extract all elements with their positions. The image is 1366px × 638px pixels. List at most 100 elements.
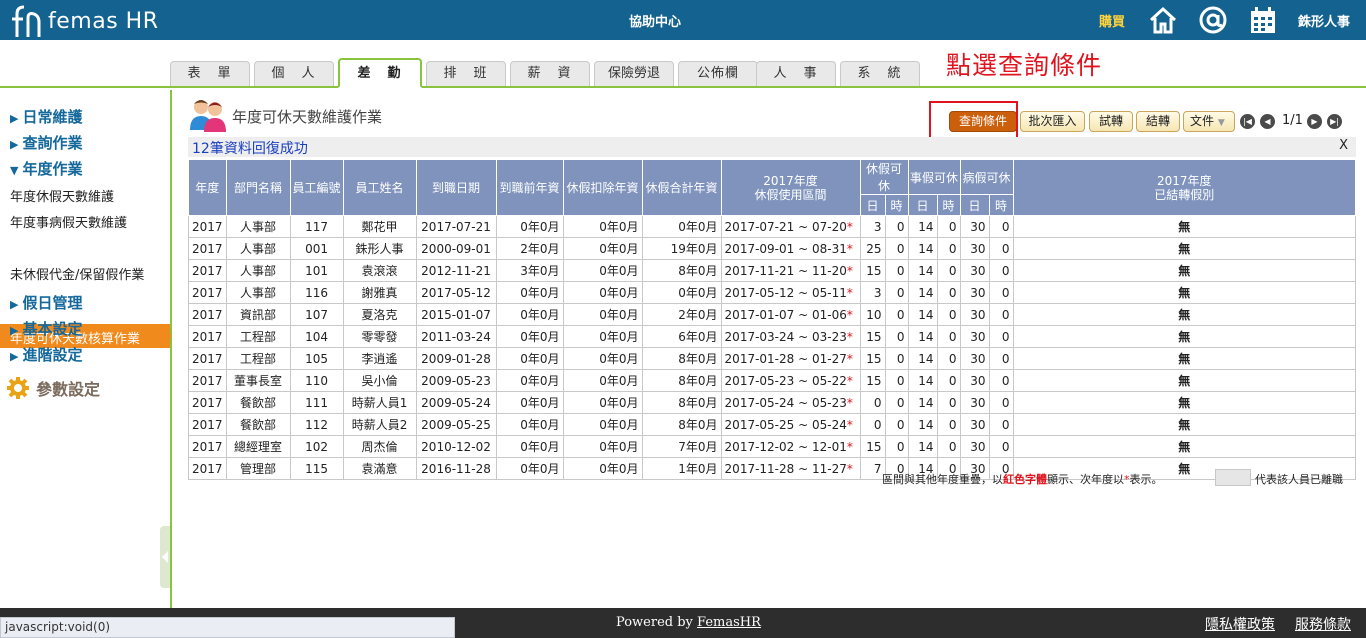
cell-hire: 2017-05-12 — [415, 281, 497, 304]
period-text: 2017-12-02 ~ 12-01 — [724, 439, 847, 454]
sidebar-param-settings[interactable]: 參數設定 — [6, 376, 100, 400]
tab-bulletin[interactable]: 公佈欄 — [678, 61, 758, 86]
tab-forms[interactable]: 表 單 — [170, 61, 250, 86]
cell-prior: 0年0月 — [495, 347, 564, 370]
table-row[interactable]: 2017 人事部 116 謝雅真 2017-05-12 0年0月 0年0月 0年0月 2017-… — [188, 281, 1357, 304]
cell-sd: 30 — [959, 281, 990, 304]
sidebar-item-personal-sick-leave[interactable]: 年度事病假天數維護 — [10, 212, 127, 231]
sidebar-section-advanced[interactable]: ▶ 進階設定 — [10, 344, 82, 365]
cell-ah: 0 — [884, 435, 909, 458]
cell-name: 鄭花甲 — [342, 215, 417, 238]
param-settings-label: 參數設定 — [36, 380, 101, 399]
cell-ad: 15 — [859, 347, 886, 370]
home-icon[interactable] — [1148, 5, 1178, 35]
cell-total: 0年0月 — [641, 281, 722, 304]
cell-ph: 0 — [936, 391, 961, 414]
next-page-icon[interactable]: ▶ — [1307, 114, 1322, 129]
sidebar-section-query[interactable]: ▶ 查詢作業 — [10, 132, 82, 153]
prev-page-icon[interactable]: ◀ — [1260, 114, 1275, 129]
cell-dept: 工程部 — [225, 325, 291, 348]
tab-salary[interactable]: 薪 資 — [510, 61, 590, 86]
col-emp-name: 員工姓名 — [342, 159, 417, 216]
table-row[interactable]: 2017 總經理室 102 周杰倫 2010-12-02 0年0月 0年0月 7年0月 2017… — [188, 435, 1357, 458]
col-annual-day: 日 — [859, 194, 886, 216]
cell-ph: 0 — [936, 369, 961, 392]
top-bar: femas HR 協助中心 購買 銖形人事 — [0, 0, 1366, 40]
table-row[interactable]: 2017 董事長室 110 吳小倫 2009-05-23 0年0月 0年0月 8年0月 2017… — [188, 369, 1357, 392]
cell-dept: 工程部 — [225, 347, 291, 370]
first-page-icon[interactable]: |◀ — [1240, 114, 1255, 129]
sidebar-section-holiday[interactable]: ▶ 假日管理 — [10, 292, 82, 313]
help-center-link[interactable]: 協助中心 — [610, 11, 700, 30]
cell-hire: 2000-09-01 — [415, 237, 497, 260]
table-row[interactable]: 2017 餐飲部 111 時薪人員1 2009-05-24 0年0月 0年0月 8年0月 201… — [188, 391, 1357, 414]
tab-attendance[interactable]: 差 勤 — [338, 58, 422, 88]
table-row[interactable]: 2017 人事部 101 袁滾滾 2012-11-21 3年0月 0年0月 8年0月 2017-… — [188, 259, 1357, 282]
trial-transfer-button[interactable]: 試轉 — [1089, 111, 1133, 132]
tab-personal[interactable]: 個 人 — [254, 61, 334, 86]
cell-period: 2017-01-07 ~ 01-06* — [720, 303, 861, 326]
sidebar-collapse-handle[interactable] — [160, 526, 170, 588]
table-row[interactable]: 2017 餐飲部 112 時薪人員2 2009-05-25 0年0月 0年0月 8年0月 201… — [188, 413, 1357, 436]
privacy-policy-link[interactable]: 隱私權政策 — [1205, 614, 1275, 634]
tab-system[interactable]: 系 統 — [840, 61, 920, 86]
sidebar-item-annual-leave[interactable]: 年度休假天數維護 — [10, 186, 114, 205]
table-row[interactable]: 2017 人事部 001 銖形人事 2000-09-01 2年0月 0年0月 19年0月 201… — [188, 237, 1357, 260]
last-page-icon[interactable]: ▶| — [1327, 114, 1342, 129]
cell-no: 112 — [289, 413, 344, 436]
period-text: 2017-11-21 ~ 11-20 — [724, 263, 847, 278]
table-row[interactable]: 2017 管理部 115 袁滿意 2016-11-28 0年0月 0年0月 1年0月 2017-… — [188, 457, 1357, 480]
femashr-link[interactable]: FemasHR — [697, 615, 761, 630]
batch-import-button[interactable]: 批次匯入 — [1020, 111, 1085, 132]
cell-sh: 0 — [988, 413, 1014, 436]
at-icon[interactable] — [1198, 5, 1228, 35]
table-row[interactable]: 2017 工程部 105 李逍遙 2009-01-28 0年0月 0年0月 8年0月 2017-… — [188, 347, 1357, 370]
table-row[interactable]: 2017 工程部 104 零零發 2011-03-24 0年0月 0年0月 6年0月 2017-… — [188, 325, 1357, 348]
resigned-color-swatch — [1215, 469, 1251, 486]
table-row[interactable]: 2017 人事部 117 鄭花甲 2017-07-21 0年0月 0年0月 0年0月 2017-… — [188, 215, 1357, 238]
sidebar-section-basic[interactable]: ▶ 基本設定 — [10, 318, 82, 339]
settle-transfer-button[interactable]: 結轉 — [1136, 111, 1180, 132]
sidebar-section-yearly[interactable]: ▼ 年度作業 — [10, 158, 82, 179]
cell-sh: 0 — [988, 347, 1014, 370]
col-period: 2017年度 休假使用區間 — [720, 159, 861, 216]
femas-logo-icon — [12, 5, 41, 37]
tab-hr[interactable]: 人 事 — [756, 61, 836, 86]
tab-insurance[interactable]: 保險勞退 — [594, 61, 674, 86]
calendar-icon[interactable] — [1248, 5, 1278, 35]
cell-hire: 2015-01-07 — [415, 303, 497, 326]
terms-of-service-link[interactable]: 服務條款 — [1295, 614, 1351, 634]
close-message-icon[interactable]: X — [1339, 138, 1348, 153]
next-year-star: * — [846, 417, 853, 432]
username[interactable]: 銖形人事 — [1298, 11, 1350, 30]
triangle-down-icon: ▼ — [10, 164, 19, 177]
documents-dropdown[interactable]: 文件 ▼ — [1183, 111, 1235, 132]
cell-total: 1年0月 — [641, 457, 722, 480]
next-year-star: * — [846, 285, 853, 300]
cell-dept: 總經理室 — [225, 435, 291, 458]
logo[interactable]: femas HR — [8, 4, 158, 38]
sidebar-section-daily[interactable]: ▶ 日常維護 — [10, 106, 82, 127]
cell-ph: 0 — [936, 303, 961, 326]
cell-sh: 0 — [988, 391, 1014, 414]
cell-pd: 14 — [907, 347, 938, 370]
cell-prior: 0年0月 — [495, 325, 564, 348]
cell-period: 2017-11-21 ~ 11-20* — [720, 259, 861, 282]
cell-no: 101 — [289, 259, 344, 282]
cell-pd: 14 — [907, 259, 938, 282]
cell-carry: 無 — [1012, 369, 1357, 392]
cell-no: 111 — [289, 391, 344, 414]
col-personal-day: 日 — [907, 194, 938, 216]
tab-scheduling[interactable]: 排 班 — [426, 61, 506, 86]
cell-deduct: 0年0月 — [562, 215, 643, 238]
cell-sh: 0 — [988, 215, 1014, 238]
leave-table: 年度 部門名稱 員工編號 員工姓名 到職日期 到職前年資 休假扣除年資 休假合計… — [188, 159, 1357, 480]
cell-hire: 2016-11-28 — [415, 457, 497, 480]
cell-deduct: 0年0月 — [562, 457, 643, 480]
buy-link[interactable]: 購買 — [1099, 11, 1125, 30]
cell-dept: 人事部 — [225, 215, 291, 238]
sidebar-item-unused-leave-pay[interactable]: 未休假代金/保留假作業 — [10, 264, 144, 283]
cell-total: 8年0月 — [641, 413, 722, 436]
cell-year: 2017 — [188, 259, 227, 282]
table-row[interactable]: 2017 資訊部 107 夏洛克 2015-01-07 0年0月 0年0月 2年0月 2017-… — [188, 303, 1357, 326]
